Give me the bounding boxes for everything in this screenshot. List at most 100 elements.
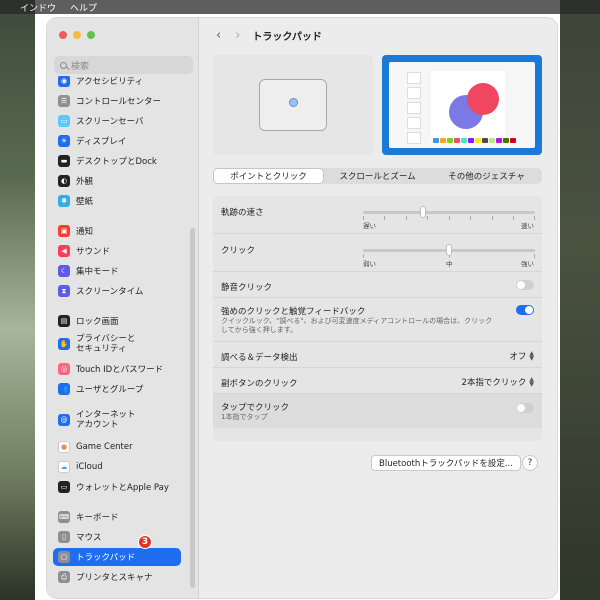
settings-window: 検索 ◉ アクセシビリティ ☰ コントロールセンター ▭ スクリーンセーバ ☀ … <box>47 18 557 598</box>
click-strength-knob[interactable] <box>446 244 452 256</box>
preview-screen <box>389 62 535 148</box>
force-click-label: 強めのクリックと触覚フィードバック <box>221 307 366 317</box>
sidebar-item-wallet[interactable]: ▭ ウォレットとApple Pay <box>53 478 181 496</box>
sidebar-item-label: ディスプレイ <box>76 137 127 147</box>
click-min-label: 弱い <box>363 260 376 268</box>
sidebar-item-lock-screen[interactable]: ▤ ロック画面 <box>53 312 181 330</box>
sidebar-item-privacy-security[interactable]: ✋ プライバシーと セキュリティ <box>53 332 181 356</box>
minimize-window-button[interactable] <box>73 31 81 39</box>
silent-click-toggle[interactable] <box>516 280 534 290</box>
sidebar-item-game-center[interactable]: ● Game Center <box>53 438 181 456</box>
sidebar-item-focus[interactable]: ☾ 集中モード <box>53 262 181 280</box>
sidebar-item-trackpad[interactable]: ▢ トラックパッド <box>53 548 181 566</box>
sidebar-item-label: プリンタとスキャナ <box>76 573 153 583</box>
sidebar-item-desktop-dock[interactable]: ▬ デスクトップとDock <box>53 152 181 170</box>
sidebar-item-label: 集中モード <box>76 267 119 277</box>
screensaver-icon: ▭ <box>58 115 70 127</box>
sidebar-item-screen-time[interactable]: ⧗ スクリーンタイム <box>53 282 181 300</box>
force-click-row: 強めのクリックと触覚フィードバック クイックルック、"調べる"、および可変速度メ… <box>213 298 542 342</box>
search-input[interactable]: 検索 <box>54 56 193 74</box>
desktop-wallpaper-right <box>560 0 600 600</box>
sidebar-item-appearance[interactable]: ◐ 外観 <box>53 172 181 190</box>
sidebar-item-label: ユーザとグループ <box>76 385 144 395</box>
tracking-min-label: 遅い <box>363 222 376 230</box>
sidebar-item-display[interactable]: ☀ ディスプレイ <box>53 132 181 150</box>
tracking-speed-knob[interactable] <box>420 206 427 218</box>
tab-more-gestures[interactable]: その他のジェスチャ <box>432 169 541 183</box>
sidebar-item-label: キーボード <box>76 513 119 523</box>
secondary-click-label: 副ボタンのクリック <box>221 379 298 389</box>
sound-icon: ◀ <box>58 245 70 257</box>
silent-click-row: 静音クリック <box>213 272 542 298</box>
close-window-button[interactable] <box>59 31 67 39</box>
sidebar-item-label: スクリーンタイム <box>76 287 144 297</box>
accessibility-icon: ◉ <box>58 76 70 87</box>
sidebar-item-label: スクリーンセーバ <box>76 117 144 127</box>
sidebar-item-accessibility[interactable]: ◉ アクセシビリティ <box>53 76 181 90</box>
sidebar-item-wallpaper[interactable]: ✺ 壁紙 <box>53 192 181 210</box>
tab-scroll-zoom[interactable]: スクロールとズーム <box>323 169 432 183</box>
sidebar-item-label: デスクトップとDock <box>76 157 157 167</box>
secondary-click-value: 2本指でクリック <box>461 378 527 388</box>
keyboard-icon: ⌨ <box>58 511 70 523</box>
sidebar-item-mouse[interactable]: ▯ マウス <box>53 528 181 546</box>
internet-accounts-icon: @ <box>58 414 70 426</box>
sidebar-item-users-groups[interactable]: 👥 ユーザとグループ <box>53 380 181 398</box>
appearance-icon: ◐ <box>58 175 70 187</box>
secondary-click-select[interactable]: 2本指でクリック ▲ ▼ <box>461 376 534 389</box>
forward-button[interactable]: › <box>235 28 240 43</box>
sidebar-item-label: マウス <box>76 533 102 543</box>
sidebar-item-screensaver[interactable]: ▭ スクリーンセーバ <box>53 112 181 130</box>
lookup-value: オフ <box>509 352 527 362</box>
control-center-icon: ☰ <box>58 95 70 107</box>
sidebar-item-keyboard[interactable]: ⌨ キーボード <box>53 508 181 526</box>
lookup-row: 調べる＆データ検出 オフ ▲ ▼ <box>213 342 542 368</box>
sidebar-item-internet-accounts[interactable]: @ インターネット アカウント <box>53 408 181 432</box>
toolbar: ‹ › トラックパッド <box>200 18 557 52</box>
updown-chevron-icon: ▲ ▼ <box>529 350 534 362</box>
back-button[interactable]: ‹ <box>216 28 221 43</box>
zoom-window-button[interactable] <box>87 31 95 39</box>
sidebar-scrollbar[interactable] <box>190 228 195 588</box>
sidebar-item-label: 通知 <box>76 227 94 237</box>
gesture-video-preview <box>382 55 542 155</box>
lookup-select[interactable]: オフ ▲ ▼ <box>509 350 534 363</box>
sidebar-item-label: Game Center <box>76 442 133 452</box>
click-strength-slider[interactable] <box>363 244 535 258</box>
help-button[interactable]: ? <box>522 455 538 471</box>
click-strength-row: クリック 弱い 中 強い <box>213 234 542 272</box>
sidebar-item-notifications[interactable]: ▣ 通知 <box>53 222 181 240</box>
finger-dot-icon <box>288 97 298 107</box>
screen-time-icon: ⧗ <box>58 285 70 297</box>
sidebar-item-icloud[interactable]: ☁ iCloud <box>53 458 181 476</box>
sidebar-item-sound[interactable]: ◀ サウンド <box>53 242 181 260</box>
search-placeholder: 検索 <box>71 61 90 72</box>
setup-bluetooth-trackpad-button[interactable]: Bluetoothトラックパッドを設定... <box>371 455 521 471</box>
sidebar-item-label: コントロールセンター <box>76 97 162 107</box>
force-click-toggle[interactable] <box>516 305 534 315</box>
menu-window[interactable]: インドウ <box>20 1 56 14</box>
main-pane: ‹ › トラックパッド ポイントとクリック スクロールとズーム その他のジェスチ… <box>200 18 557 598</box>
display-icon: ☀ <box>58 135 70 147</box>
step-number-badge: 3 <box>138 535 152 549</box>
sidebar: 検索 ◉ アクセシビリティ ☰ コントロールセンター ▭ スクリーンセーバ ☀ … <box>47 18 199 598</box>
users-groups-icon: 👥 <box>58 383 70 395</box>
sidebar-item-label: サウンド <box>76 247 111 257</box>
privacy-hand-icon: ✋ <box>58 338 70 350</box>
menu-help[interactable]: ヘルプ <box>70 1 97 14</box>
tab-point-click[interactable]: ポイントとクリック <box>214 169 323 183</box>
sidebar-item-label: インターネット アカウント <box>76 410 136 430</box>
updown-chevron-icon: ▲ ▼ <box>529 376 534 388</box>
tap-click-sub: 1本指でタップ <box>221 413 268 421</box>
sidebar-item-printers[interactable]: ⎙ プリンタとスキャナ <box>53 568 181 586</box>
lookup-label: 調べる＆データ検出 <box>221 353 298 363</box>
tracking-speed-label: 軌跡の速さ <box>221 208 264 218</box>
wallet-icon: ▭ <box>58 481 70 493</box>
tracking-speed-row: 軌跡の速さ 遅い 速い <box>213 196 542 234</box>
sidebar-item-control-center[interactable]: ☰ コントロールセンター <box>53 92 181 110</box>
window-controls <box>59 31 95 39</box>
click-max-label: 強い <box>521 260 534 268</box>
sidebar-item-touch-id[interactable]: ◎ Touch IDとパスワード <box>53 360 181 378</box>
tracking-speed-slider[interactable] <box>363 206 535 220</box>
tap-click-toggle[interactable] <box>516 403 534 413</box>
